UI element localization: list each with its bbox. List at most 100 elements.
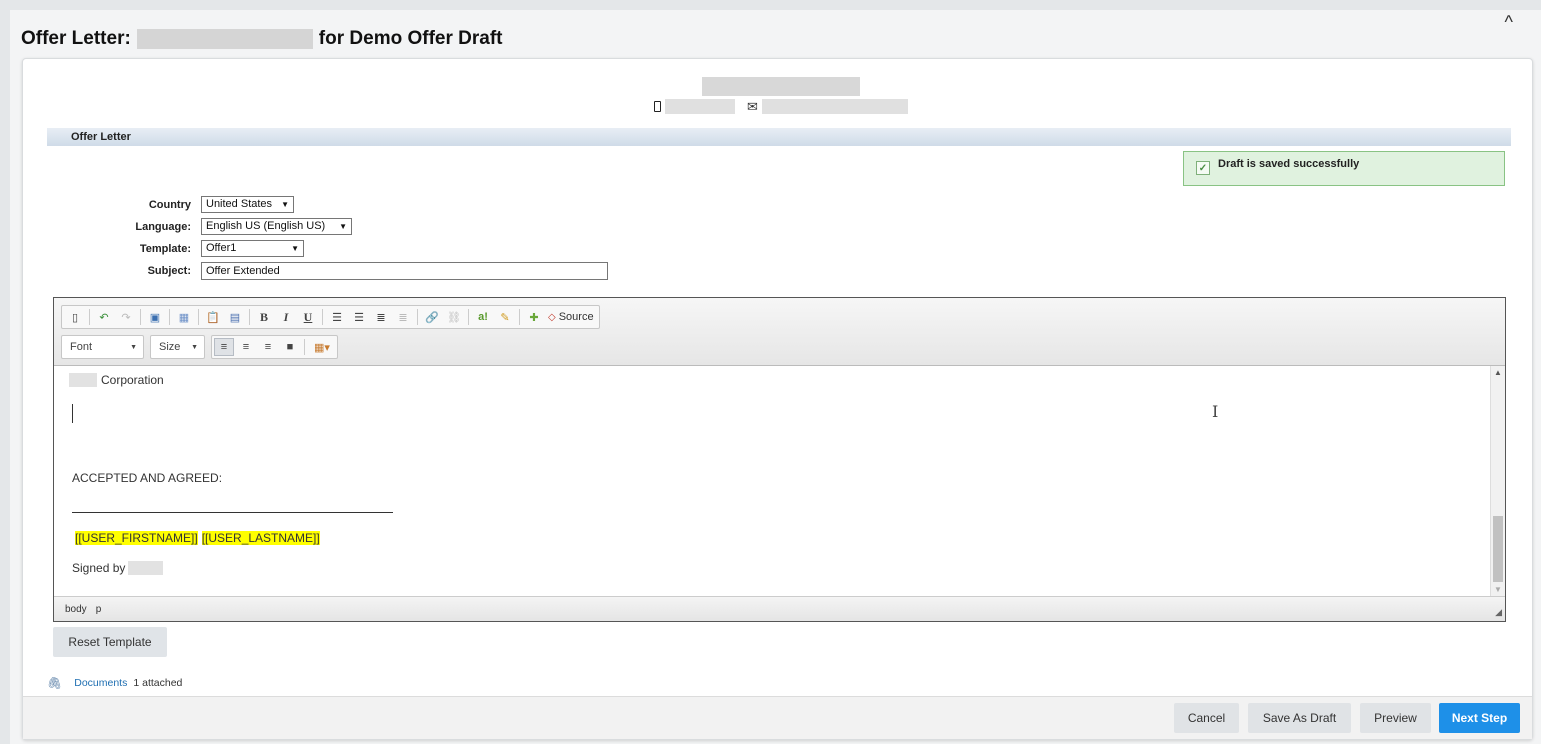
documents-row: 🖇 Documents 1 attached bbox=[47, 676, 182, 690]
redacted-email bbox=[761, 99, 908, 114]
language-label: Language: bbox=[135, 220, 191, 233]
cancel-button[interactable]: Cancel bbox=[1174, 703, 1239, 733]
country-value: United States bbox=[206, 198, 273, 210]
scroll-up-icon[interactable]: ▲ bbox=[1494, 368, 1502, 377]
underline-button[interactable]: U bbox=[298, 308, 318, 326]
phone-icon bbox=[654, 101, 661, 112]
source-icon: ◇ bbox=[548, 311, 556, 323]
source-button[interactable]: ◇ Source bbox=[546, 311, 596, 323]
align-right-icon[interactable]: ≡ bbox=[258, 338, 278, 356]
corporation-line: Corporation bbox=[69, 373, 164, 387]
new-page-icon[interactable]: ▯ bbox=[65, 308, 85, 326]
paste-icon[interactable]: 📋 bbox=[203, 308, 223, 326]
page-title: Offer Letter: for Demo Offer Draft bbox=[21, 28, 502, 50]
text-color-icon[interactable]: ▦▾ bbox=[309, 338, 335, 356]
indent-icon[interactable]: ≣ bbox=[371, 308, 391, 326]
align-center-icon[interactable]: ≡ bbox=[236, 338, 256, 356]
insert-field-icon[interactable]: ✚ bbox=[524, 308, 544, 326]
size-combo[interactable]: Size ▼ bbox=[150, 335, 205, 359]
merge-field-lastname: [[USER_LASTNAME]] bbox=[201, 531, 320, 545]
alignment-group: ≡ ≡ ≡ ■ ▦▾ bbox=[211, 335, 338, 359]
undo-icon[interactable]: ↶ bbox=[94, 308, 114, 326]
dropdown-arrow-icon: ▼ bbox=[339, 222, 347, 231]
save-icon[interactable]: ▣ bbox=[145, 308, 165, 326]
redacted-signer bbox=[128, 561, 164, 575]
redacted-candidate-name bbox=[136, 29, 313, 49]
subject-label: Subject: bbox=[147, 265, 191, 277]
font-combo[interactable]: Font ▼ bbox=[61, 335, 144, 359]
justify-icon[interactable]: ■ bbox=[280, 338, 300, 356]
redo-icon[interactable]: ↷ bbox=[116, 308, 136, 326]
dropdown-arrow-icon: ▼ bbox=[291, 244, 299, 253]
country-label: Country bbox=[148, 198, 191, 211]
country-row: Country United States ▼ bbox=[23, 196, 294, 213]
toolbar-separator bbox=[304, 339, 305, 355]
italic-button[interactable]: I bbox=[276, 308, 296, 326]
save-as-draft-button[interactable]: Save As Draft bbox=[1248, 703, 1351, 733]
toolbar-separator bbox=[249, 309, 250, 325]
documents-count: 1 attached bbox=[133, 677, 183, 689]
reset-template-button[interactable]: Reset Template bbox=[53, 627, 167, 657]
align-left-icon[interactable]: ≡ bbox=[214, 338, 234, 356]
toolbar-row-1: ▯ ↶ ↷ ▣ ▦ 📋 ▤ B I U ☰ ☰ ≣ ≣ 🔗 ⛓ a! ✎ ✚ ◇… bbox=[61, 305, 600, 329]
scrollbar-thumb[interactable] bbox=[1493, 516, 1503, 582]
merge-field-firstname: [[USER_FIRSTNAME]] bbox=[75, 531, 198, 545]
language-value: English US (English US) bbox=[206, 220, 326, 232]
mail-icon: ✉ bbox=[747, 99, 758, 114]
accepted-heading: ACCEPTED AND AGREED: bbox=[72, 471, 223, 485]
resize-handle-icon[interactable]: ◢ bbox=[1495, 607, 1502, 618]
link-icon[interactable]: 🔗 bbox=[422, 308, 442, 326]
offer-letter-card: ✉ Offer Letter ✓ Draft is saved successf… bbox=[22, 58, 1533, 740]
outdent-icon[interactable]: ≣ bbox=[393, 308, 413, 326]
paste-word-icon[interactable]: ▤ bbox=[225, 308, 245, 326]
element-path-bar: body p ◢ bbox=[54, 596, 1505, 621]
merge-fields: [[USER_FIRSTNAME]] [[USER_LASTNAME]] bbox=[75, 531, 320, 545]
subject-row: Subject: Offer Extended bbox=[23, 262, 608, 280]
next-step-button[interactable]: Next Step bbox=[1439, 703, 1520, 733]
size-label: Size bbox=[159, 341, 181, 353]
dropdown-arrow-icon: ▼ bbox=[281, 200, 289, 209]
collapse-icon[interactable]: ^ bbox=[1505, 12, 1513, 33]
highlight-icon[interactable]: ✎ bbox=[495, 308, 515, 326]
toolbar-separator bbox=[89, 309, 90, 325]
numbered-list-icon[interactable]: ☰ bbox=[327, 308, 347, 326]
section-header: Offer Letter bbox=[47, 128, 1511, 146]
editor-content[interactable]: Corporation ACCEPTED AND AGREED: [[USER_… bbox=[54, 366, 1491, 596]
signed-by-line: Signed by bbox=[72, 561, 164, 575]
check-icon: ✓ bbox=[1196, 161, 1210, 175]
country-select[interactable]: United States ▼ bbox=[201, 196, 294, 213]
template-select[interactable]: Offer1 ▼ bbox=[201, 240, 304, 257]
scroll-down-icon[interactable]: ▼ bbox=[1494, 585, 1502, 594]
bulleted-list-icon[interactable]: ☰ bbox=[349, 308, 369, 326]
page-title-suffix: for Demo Offer Draft bbox=[318, 28, 503, 49]
redacted-phone bbox=[665, 99, 735, 114]
editor-scrollbar[interactable]: ▲ ▼ bbox=[1490, 366, 1505, 596]
signature-line bbox=[72, 512, 393, 513]
success-alert: ✓ Draft is saved successfully bbox=[1183, 151, 1505, 186]
template-row: Template: Offer1 ▼ bbox=[23, 240, 304, 257]
toolbar-separator bbox=[322, 309, 323, 325]
text-caret bbox=[72, 404, 73, 423]
path-p[interactable]: p bbox=[96, 604, 102, 615]
spellcheck-icon[interactable]: a! bbox=[473, 308, 493, 326]
table-icon[interactable]: ▦ bbox=[174, 308, 194, 326]
unlink-icon[interactable]: ⛓ bbox=[444, 308, 464, 326]
dropdown-arrow-icon: ▼ bbox=[130, 343, 137, 351]
path-body[interactable]: body bbox=[65, 604, 87, 615]
corporation-text: Corporation bbox=[101, 373, 164, 387]
subject-input[interactable]: Offer Extended bbox=[201, 262, 608, 280]
rich-text-editor: ▯ ↶ ↷ ▣ ▦ 📋 ▤ B I U ☰ ☰ ≣ ≣ 🔗 ⛓ a! ✎ ✚ ◇… bbox=[53, 297, 1506, 622]
language-select[interactable]: English US (English US) ▼ bbox=[201, 218, 352, 235]
preview-button[interactable]: Preview bbox=[1360, 703, 1431, 733]
template-label: Template: bbox=[139, 242, 191, 255]
toolbar-separator bbox=[417, 309, 418, 325]
toolbar-separator bbox=[169, 309, 170, 325]
toolbar-separator bbox=[468, 309, 469, 325]
bold-button[interactable]: B bbox=[254, 308, 274, 326]
documents-link[interactable]: Documents bbox=[74, 677, 127, 689]
dropdown-arrow-icon: ▼ bbox=[191, 343, 198, 351]
action-footer: Cancel Save As Draft Preview Next Step bbox=[23, 696, 1532, 739]
source-label: Source bbox=[558, 311, 594, 323]
toolbar-separator bbox=[519, 309, 520, 325]
toolbar-separator bbox=[140, 309, 141, 325]
